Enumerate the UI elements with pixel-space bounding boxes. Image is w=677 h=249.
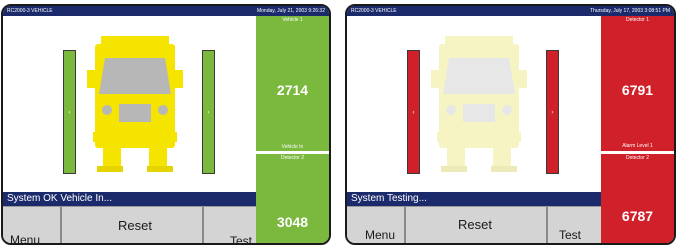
menu-button-label: Menu xyxy=(365,228,396,242)
detector-1-value: 6791 xyxy=(621,82,654,98)
vehicle-monitor-screen-ok: RC2000-3 VEHICLE Monday, July 21, 2003 9… xyxy=(1,4,331,245)
truck-icon xyxy=(87,36,183,172)
vehicle-monitor-screen-testing: RC2000-3 VEHICLE Thursday, July 17, 2003… xyxy=(345,4,676,245)
app-title: RC2000-3 VEHICLE xyxy=(7,8,53,14)
menu-button[interactable]: Menu xyxy=(3,207,61,245)
vehicle-in-label: Vehicle In xyxy=(281,144,304,150)
truck-icon xyxy=(431,36,527,172)
reset-button-label: Reset xyxy=(118,218,152,233)
app-title: RC2000-3 VEHICLE xyxy=(351,8,397,14)
button-row: Menu Reset Test xyxy=(347,206,602,243)
test-button[interactable]: Test xyxy=(203,207,258,245)
left-detector-bar: ‹ xyxy=(407,50,420,174)
detector-2-panel: Detector 2 3048 xyxy=(256,154,329,243)
left-detector-bar: ‹ xyxy=(63,50,76,174)
test-button-label: Test xyxy=(559,228,582,242)
chevron-left-icon: ‹ xyxy=(412,108,415,116)
reset-button-label: Reset xyxy=(458,217,492,232)
vehicle-view: ‹ › xyxy=(347,16,602,192)
status-bar: System OK Vehicle In... xyxy=(3,192,258,206)
right-detector-bar: › xyxy=(546,50,559,174)
test-button[interactable]: Test xyxy=(547,207,602,243)
menu-button[interactable]: Menu xyxy=(347,207,405,243)
title-bar: RC2000-3 VEHICLE Monday, July 21, 2003 9… xyxy=(3,6,329,16)
detector-2-label: Detector 2 xyxy=(625,155,650,161)
chevron-right-icon: › xyxy=(551,108,554,116)
alarm-level-label: Alarm Level 1 xyxy=(622,143,653,149)
detector-2-value: 6787 xyxy=(621,208,654,224)
detector-2-value: 3048 xyxy=(276,214,309,230)
menu-button-label: Menu xyxy=(10,233,41,245)
detector-2-label: Detector 2 xyxy=(280,155,305,161)
test-button-label: Test xyxy=(230,234,253,245)
detector-1-label: Vehicle 1 xyxy=(282,17,303,23)
right-detector-bar: › xyxy=(202,50,215,174)
chevron-left-icon: ‹ xyxy=(68,108,71,116)
vehicle-view: ‹ › xyxy=(3,16,258,192)
title-bar: RC2000-3 VEHICLE Thursday, July 17, 2003… xyxy=(347,6,674,16)
detector-1-panel: Vehicle 1 2714 Vehicle In xyxy=(256,16,329,151)
detector-1-value: 2714 xyxy=(276,82,309,98)
button-row: Menu Reset Test xyxy=(3,206,258,245)
chevron-right-icon: › xyxy=(207,108,210,116)
datetime: Monday, July 21, 2003 9:26:32 xyxy=(256,8,325,14)
detector-1-label: Detector 1 xyxy=(625,17,650,23)
detector-2-panel: Detector 2 6787 xyxy=(601,154,674,243)
reset-button[interactable]: Reset xyxy=(61,207,203,243)
reset-button[interactable]: Reset xyxy=(405,207,547,243)
datetime: Thursday, July 17, 2003 3:08:51 PM xyxy=(590,8,670,14)
status-bar: System Testing... xyxy=(347,192,602,206)
detector-1-panel: Detector 1 6791 Alarm Level 1 xyxy=(601,16,674,151)
